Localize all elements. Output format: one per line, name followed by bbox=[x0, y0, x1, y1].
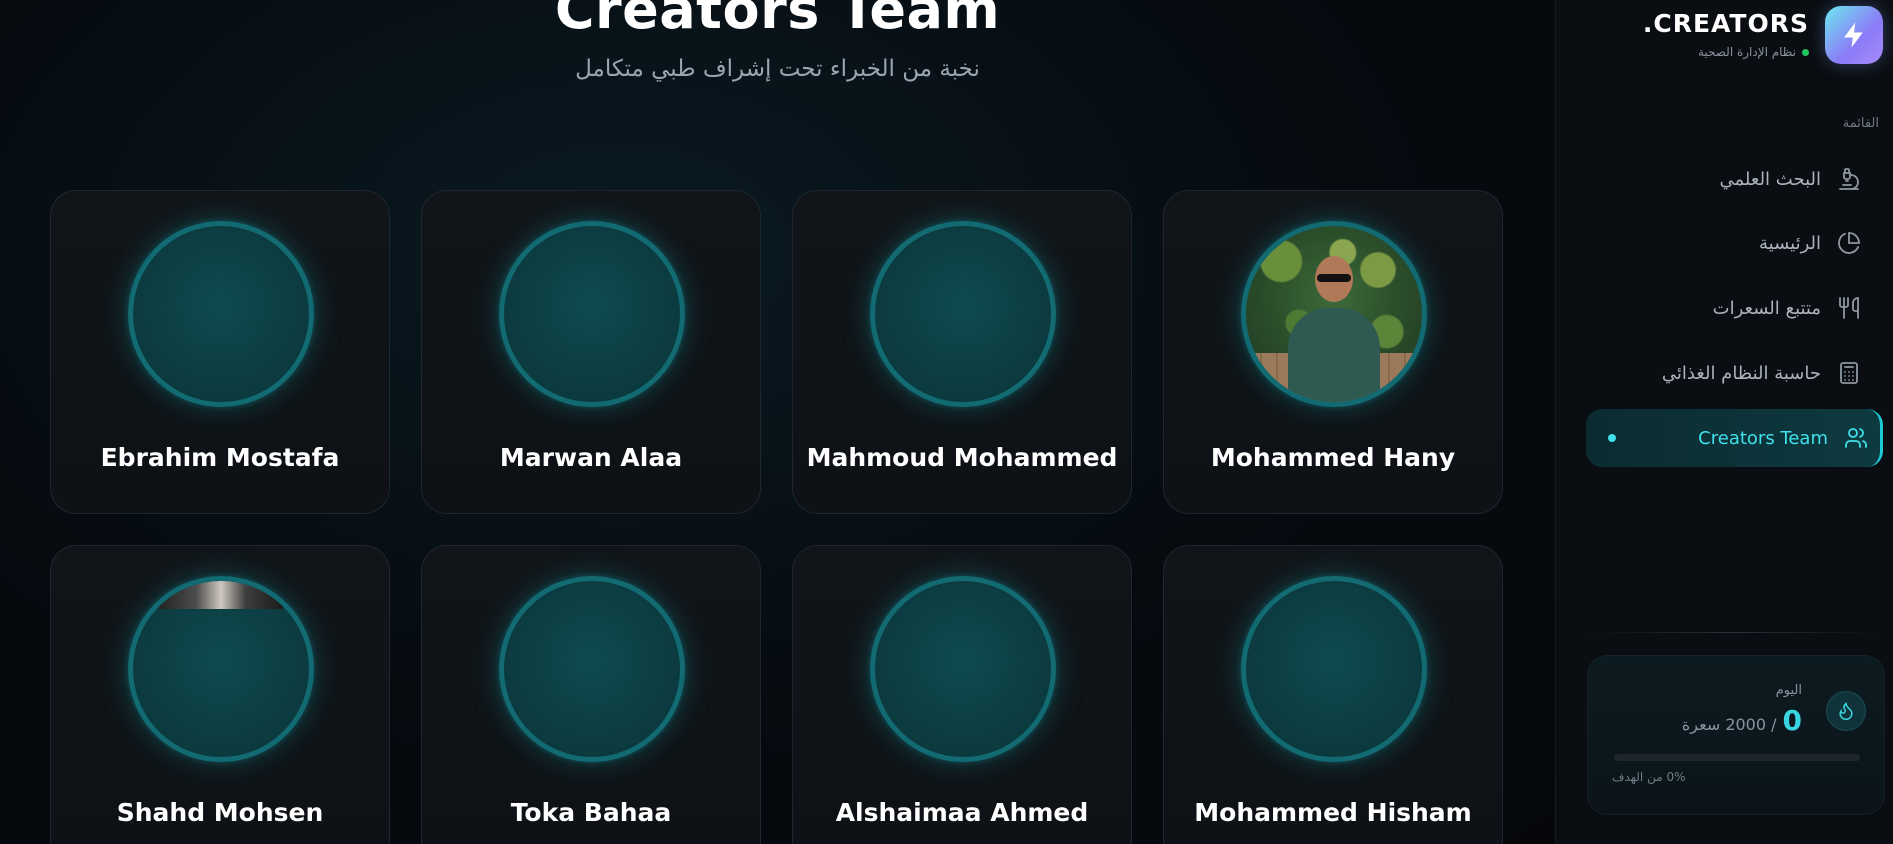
avatar-photo bbox=[1241, 221, 1427, 407]
divider bbox=[1588, 632, 1883, 633]
calorie-progress-bar bbox=[1614, 754, 1860, 761]
utensils-icon bbox=[1835, 294, 1863, 322]
sidebar-item-label: متتبع السعرات bbox=[1712, 297, 1821, 319]
sidebar-item-home[interactable]: الرئيسية bbox=[1573, 214, 1873, 272]
avatar bbox=[870, 221, 1056, 407]
sidebar-item-calorie-tracker[interactable]: متتبع السعرات bbox=[1573, 279, 1873, 337]
avatar bbox=[499, 576, 685, 762]
brand-tagline: نظام الإدارة الصحية bbox=[1698, 45, 1809, 59]
status-dot bbox=[1802, 48, 1809, 56]
avatar bbox=[870, 576, 1056, 762]
users-icon bbox=[1842, 424, 1870, 452]
sidebar-item-label: البحث العلمي bbox=[1719, 168, 1821, 190]
pie-chart-icon bbox=[1835, 229, 1863, 257]
sidebar-item-research[interactable]: البحث العلمي bbox=[1573, 150, 1873, 208]
member-card[interactable]: Marwan Alaa bbox=[421, 190, 761, 514]
goal-percentage: 0% من الهدف bbox=[1612, 770, 1686, 784]
team-grid: Ebrahim Mostafa Marwan Alaa Mahmoud Moha… bbox=[50, 190, 1503, 844]
flame-icon bbox=[1826, 691, 1866, 731]
page-title: Creators Team bbox=[554, 0, 1001, 41]
sidebar: .CREATORS نظام الإدارة الصحية القائمة ال… bbox=[1555, 0, 1893, 844]
avatar bbox=[128, 576, 314, 762]
member-name: Marwan Alaa bbox=[499, 443, 683, 472]
member-card[interactable]: Shahd Mohsen bbox=[50, 545, 390, 844]
sidebar-item-label: الرئيسية bbox=[1759, 232, 1821, 254]
member-name: Toka Bahaa bbox=[510, 798, 672, 827]
member-name: Mohammed Hany bbox=[1210, 443, 1456, 472]
avatar bbox=[499, 221, 685, 407]
calculator-icon bbox=[1835, 359, 1863, 387]
menu-heading: القائمة bbox=[1842, 116, 1879, 131]
page-subtitle: نخبة من الخبراء تحت إشراف طبي متكامل bbox=[575, 56, 980, 82]
calorie-count: 0 / 2000 سعرة bbox=[1682, 704, 1802, 737]
avatar bbox=[1241, 576, 1427, 762]
calorie-summary-card: اليوم 0 / 2000 سعرة 0% من الهدف bbox=[1587, 655, 1885, 815]
member-name: Shahd Mohsen bbox=[116, 798, 324, 827]
calorie-value: 0 bbox=[1782, 704, 1802, 737]
avatar bbox=[128, 221, 314, 407]
brand-name: .CREATORS bbox=[1642, 9, 1809, 38]
sidebar-item-diet-calculator[interactable]: حاسبة النظام الغذائي bbox=[1573, 344, 1873, 402]
sidebar-item-label: حاسبة النظام الغذائي bbox=[1661, 362, 1821, 384]
today-label: اليوم bbox=[1775, 683, 1802, 698]
member-name: Mahmoud Mohammed bbox=[806, 443, 1118, 472]
member-card[interactable]: Mohammed Hisham bbox=[1163, 545, 1503, 844]
calorie-target: / 2000 سعرة bbox=[1681, 715, 1777, 734]
lightning-icon[interactable] bbox=[1825, 6, 1883, 64]
member-card[interactable]: Mahmoud Mohammed bbox=[792, 190, 1132, 514]
member-card[interactable]: Toka Bahaa bbox=[421, 545, 761, 844]
member-card[interactable]: Alshaimaa Ahmed bbox=[792, 545, 1132, 844]
member-card[interactable]: Mohammed Hany bbox=[1163, 190, 1503, 514]
sidebar-item-label: Creators Team bbox=[1698, 427, 1828, 449]
member-name: Ebrahim Mostafa bbox=[100, 443, 340, 472]
member-name: Mohammed Hisham bbox=[1194, 798, 1472, 827]
member-card[interactable]: Ebrahim Mostafa bbox=[50, 190, 390, 514]
tagline-text: نظام الإدارة الصحية bbox=[1697, 45, 1796, 59]
member-name: Alshaimaa Ahmed bbox=[835, 798, 1089, 827]
active-indicator-dot bbox=[1608, 434, 1616, 442]
main-content: Creators Team نخبة من الخبراء تحت إشراف … bbox=[0, 0, 1555, 844]
sidebar-item-creators-team[interactable]: Creators Team bbox=[1586, 409, 1883, 467]
microscope-icon bbox=[1835, 165, 1863, 193]
